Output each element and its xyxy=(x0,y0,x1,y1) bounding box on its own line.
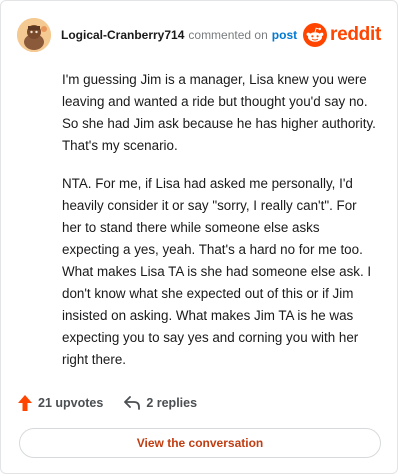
action-text: commented on xyxy=(188,28,268,42)
comment-paragraph: I'm guessing Jim is a manager, Lisa knew… xyxy=(62,72,376,153)
username-link[interactable]: Logical-Cranberry714 xyxy=(61,28,184,42)
view-conversation-button[interactable]: View the conversation xyxy=(19,428,381,458)
avatar-image xyxy=(17,18,51,52)
comment-header: Logical-Cranberry714 commented on post r… xyxy=(17,17,381,53)
comment-actions: 21 upvotes 2 replies xyxy=(17,391,197,415)
reddit-alien-icon xyxy=(303,23,328,47)
upvote-count: 21 upvotes xyxy=(38,396,104,410)
comment-embed-card: Logical-Cranberry714 commented on post r… xyxy=(0,0,398,474)
reply-arrow-icon xyxy=(124,396,141,410)
replies-button[interactable]: 2 replies xyxy=(123,395,197,411)
post-link[interactable]: post xyxy=(272,28,297,42)
upvote-button[interactable]: 21 upvotes xyxy=(17,394,103,412)
user-avatar[interactable] xyxy=(17,18,51,52)
comment-paragraph: NTA. For me, if Lisa had asked me person… xyxy=(62,176,372,367)
comment-body: I'm guessing Jim is a manager, Lisa knew… xyxy=(62,69,379,387)
comment-meta: Logical-Cranberry714 commented on post xyxy=(61,28,297,42)
replies-count: 2 replies xyxy=(146,396,198,410)
reddit-brand[interactable]: reddit xyxy=(303,23,381,47)
reddit-wordmark: reddit xyxy=(330,24,381,45)
upvote-arrow-icon xyxy=(18,395,32,411)
